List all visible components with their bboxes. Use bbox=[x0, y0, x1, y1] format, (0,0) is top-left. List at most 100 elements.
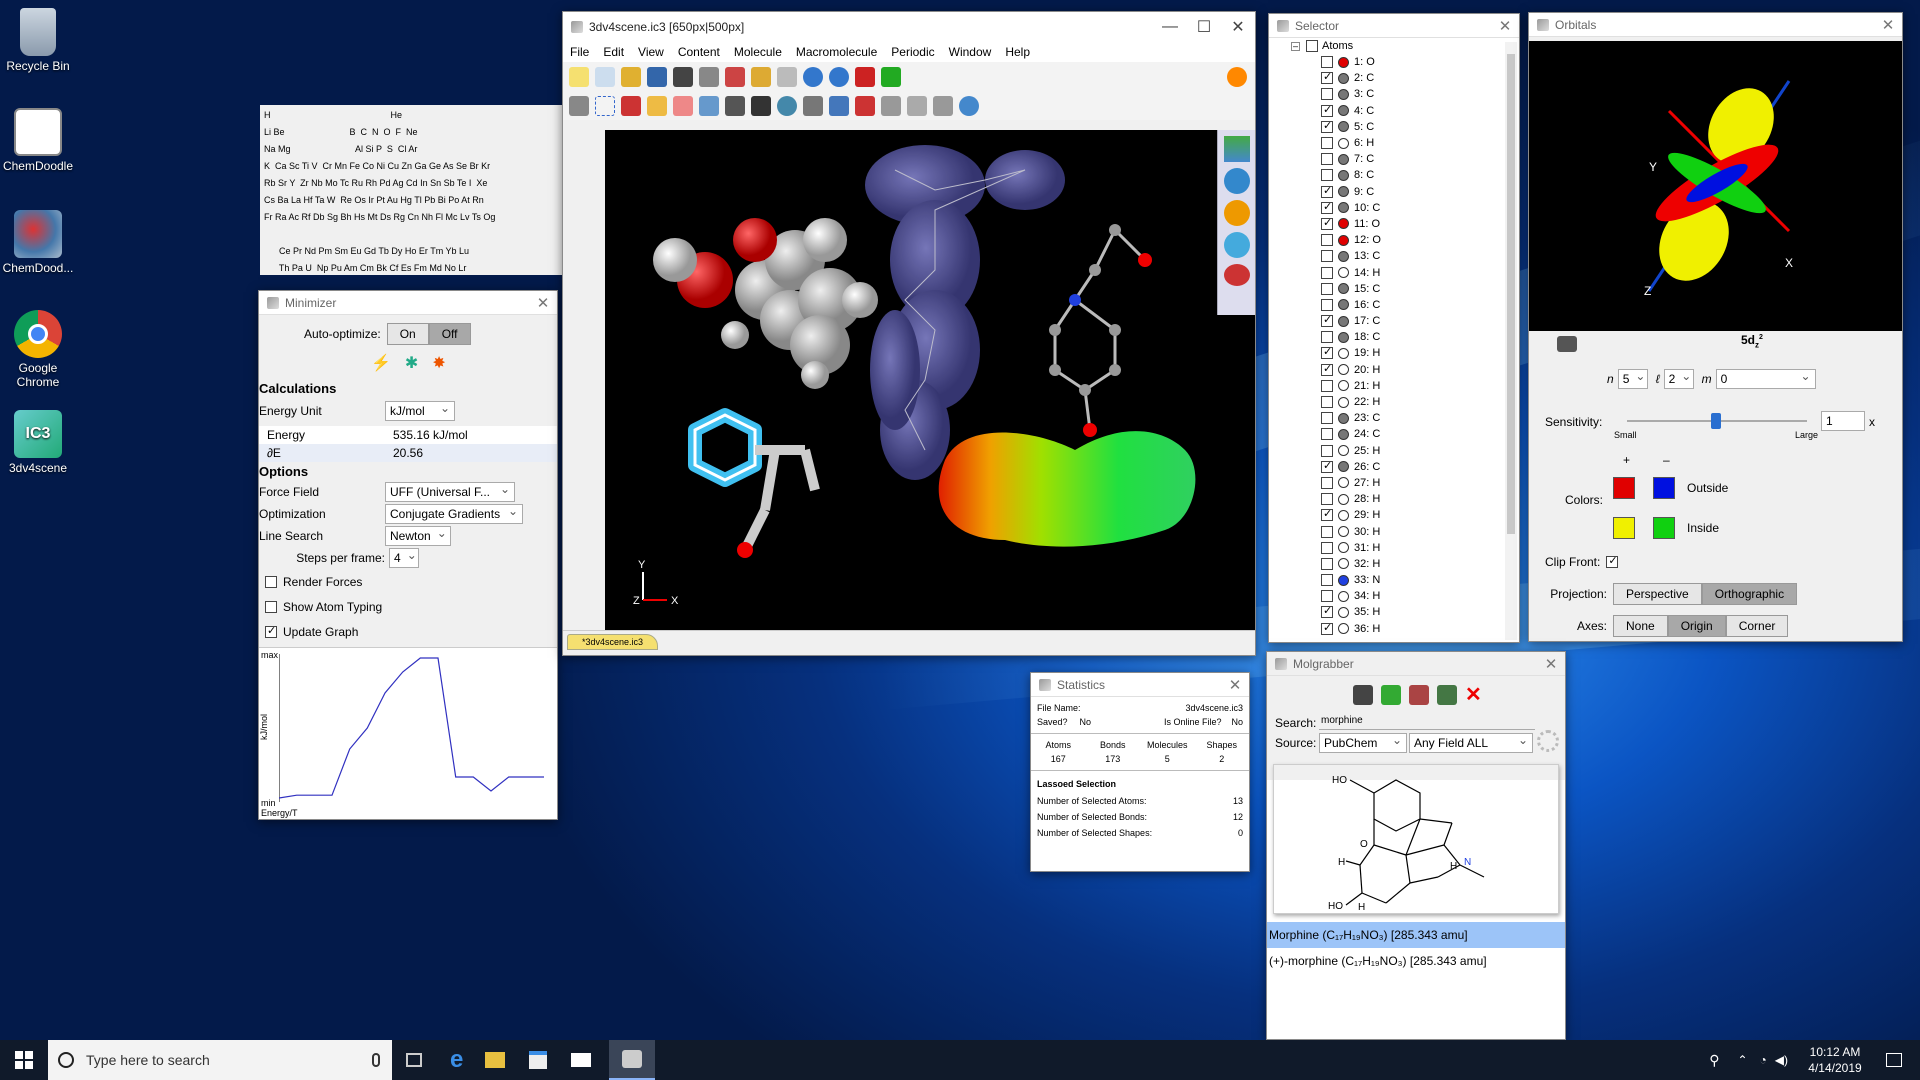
atom-item[interactable]: 18: C bbox=[1269, 329, 1501, 345]
atom-item[interactable]: 32: H bbox=[1269, 556, 1501, 572]
sensitivity-input[interactable]: 1 bbox=[1821, 411, 1865, 431]
atom-item[interactable]: 1: O bbox=[1269, 54, 1501, 70]
perspective-button[interactable]: Perspective bbox=[1613, 583, 1702, 605]
atom-item[interactable]: 35: H bbox=[1269, 604, 1501, 620]
close-icon[interactable]: ✕ bbox=[529, 294, 557, 312]
search-input[interactable]: morphine bbox=[1319, 712, 1535, 730]
desktop-icon-recycle-bin[interactable]: Recycle Bin bbox=[0, 8, 76, 73]
atom-checkbox[interactable] bbox=[1321, 153, 1333, 166]
close-icon[interactable]: ✕ bbox=[1221, 676, 1249, 694]
template-icon[interactable] bbox=[933, 96, 953, 116]
atom-item[interactable]: 22: H bbox=[1269, 394, 1501, 410]
atom-item[interactable]: 10: C bbox=[1269, 200, 1501, 216]
periodic-row[interactable]: Na Mg Al Si P S Cl Ar bbox=[264, 141, 570, 158]
periodic-row[interactable] bbox=[264, 226, 570, 243]
mail-icon[interactable] bbox=[571, 1053, 592, 1067]
atom-item[interactable]: 28: H bbox=[1269, 491, 1501, 507]
atom-item[interactable]: 3: C bbox=[1269, 86, 1501, 102]
optimization-select[interactable]: Conjugate Gradients bbox=[385, 504, 523, 524]
atom-icon[interactable] bbox=[777, 96, 797, 116]
l-select[interactable]: 2 bbox=[1663, 369, 1694, 389]
atom-tool-icon[interactable] bbox=[1223, 264, 1250, 286]
chevron-up-icon[interactable]: ⌃ bbox=[1737, 1053, 1747, 1067]
inside-positive-swatch[interactable] bbox=[1613, 517, 1635, 539]
save-icon[interactable] bbox=[647, 67, 667, 87]
atom-checkbox[interactable] bbox=[1321, 459, 1333, 473]
atoms-tree-root[interactable]: – Atoms bbox=[1269, 38, 1519, 54]
document-tab[interactable]: *3dv4scene.ic3 bbox=[567, 634, 659, 650]
steps-per-frame-stepper[interactable]: 4 bbox=[389, 548, 419, 568]
desktop-icon-chemdoodle[interactable]: ChemDoodle bbox=[0, 108, 76, 173]
atom-item[interactable]: 24: C bbox=[1269, 426, 1501, 442]
microphone-icon[interactable] bbox=[372, 1053, 380, 1067]
atoms-root-checkbox[interactable] bbox=[1306, 40, 1318, 52]
sensitivity-slider-thumb[interactable] bbox=[1711, 413, 1721, 429]
scrollbar-thumb[interactable] bbox=[1507, 54, 1515, 534]
orthographic-button[interactable]: Orthographic bbox=[1701, 583, 1798, 605]
periodic-row[interactable]: Ce Pr Nd Pm Sm Eu Gd Tb Dy Ho Er Tm Yb L… bbox=[264, 243, 570, 260]
close-icon[interactable]: ✕ bbox=[1491, 17, 1519, 35]
energy-unit-select[interactable]: kJ/mol bbox=[385, 401, 455, 421]
atom-checkbox[interactable] bbox=[1321, 604, 1333, 619]
close-icon[interactable]: ✕ bbox=[1874, 16, 1902, 34]
axes-origin-button[interactable]: Origin bbox=[1667, 615, 1726, 637]
atom-checkbox[interactable] bbox=[1321, 621, 1333, 635]
source-select[interactable]: PubChem bbox=[1319, 733, 1407, 753]
atom-checkbox[interactable] bbox=[1321, 200, 1333, 214]
atom-checkbox[interactable] bbox=[1321, 345, 1333, 360]
menu-item-view[interactable]: View bbox=[631, 45, 671, 59]
selector-scrollbar[interactable] bbox=[1505, 42, 1517, 640]
bond-icon[interactable] bbox=[855, 96, 875, 116]
add-hydrogens-icon[interactable] bbox=[1409, 684, 1429, 705]
start-button[interactable] bbox=[0, 1040, 48, 1080]
redo-icon[interactable] bbox=[881, 67, 901, 87]
taskbar-search[interactable]: Type here to search bbox=[48, 1040, 392, 1080]
pointer-icon[interactable] bbox=[569, 96, 589, 116]
file-explorer-icon[interactable] bbox=[485, 1052, 506, 1068]
atom-checkbox[interactable] bbox=[1321, 103, 1333, 117]
minimize-icon[interactable]: — bbox=[1153, 18, 1187, 36]
atom-item[interactable]: 33: N bbox=[1269, 572, 1501, 588]
menu-item-file[interactable]: File bbox=[563, 45, 596, 59]
render-forces-checkbox[interactable] bbox=[265, 575, 277, 588]
m-select[interactable]: 0 bbox=[1715, 369, 1816, 389]
ring-icon[interactable] bbox=[751, 96, 771, 116]
axes-none-button[interactable]: None bbox=[1613, 615, 1668, 637]
atom-checkbox[interactable] bbox=[1321, 412, 1333, 425]
people-icon[interactable]: ⚲ bbox=[1709, 1052, 1719, 1069]
clip-front-checkbox[interactable] bbox=[1606, 554, 1619, 568]
task-view-icon[interactable] bbox=[406, 1053, 422, 1067]
force-field-select[interactable]: UFF (Universal F... bbox=[385, 482, 515, 502]
notifications-icon[interactable] bbox=[1886, 1053, 1902, 1067]
3d-canvas[interactable]: Y Z X bbox=[605, 130, 1255, 630]
tree-icon[interactable] bbox=[803, 96, 823, 116]
atom-checkbox[interactable] bbox=[1321, 476, 1333, 489]
atom-checkbox[interactable] bbox=[1321, 266, 1333, 279]
binoculars-icon[interactable] bbox=[1353, 684, 1373, 705]
atom-checkbox[interactable] bbox=[1321, 216, 1333, 230]
globe-icon[interactable] bbox=[959, 96, 979, 116]
menu-item-macromolecule[interactable]: Macromolecule bbox=[789, 45, 884, 59]
edge-icon[interactable]: e bbox=[450, 1046, 463, 1074]
clear-x-icon[interactable]: ✕ bbox=[1465, 682, 1482, 707]
paste-icon[interactable] bbox=[777, 67, 797, 87]
atom-checkbox[interactable] bbox=[1321, 88, 1333, 101]
menu-item-edit[interactable]: Edit bbox=[596, 45, 631, 59]
menu-item-content[interactable]: Content bbox=[671, 45, 727, 59]
atom-checkbox[interactable] bbox=[1321, 234, 1333, 247]
measure-icon[interactable] bbox=[699, 96, 719, 116]
atom-checkbox[interactable] bbox=[1321, 541, 1333, 554]
wifi-icon[interactable]: ◔ bbox=[1760, 1053, 1767, 1067]
play-icon[interactable] bbox=[1227, 67, 1247, 87]
orbital-viewer[interactable]: Y X Z bbox=[1529, 41, 1902, 331]
atom-item[interactable]: 23: C bbox=[1269, 410, 1501, 426]
atom-checkbox[interactable] bbox=[1321, 396, 1333, 409]
copy-icon[interactable] bbox=[751, 67, 771, 87]
periodic-row[interactable]: Fr Ra Ac Rf Db Sg Bh Hs Mt Ds Rg Cn Nh F… bbox=[264, 209, 570, 226]
outside-positive-swatch[interactable] bbox=[1613, 477, 1635, 499]
atom-item[interactable]: 11: O bbox=[1269, 216, 1501, 232]
inside-negative-swatch[interactable] bbox=[1653, 517, 1675, 539]
molecule-tool-icon[interactable] bbox=[1223, 232, 1250, 258]
open-folder-icon[interactable] bbox=[621, 67, 641, 87]
gear-icon[interactable] bbox=[829, 96, 849, 116]
